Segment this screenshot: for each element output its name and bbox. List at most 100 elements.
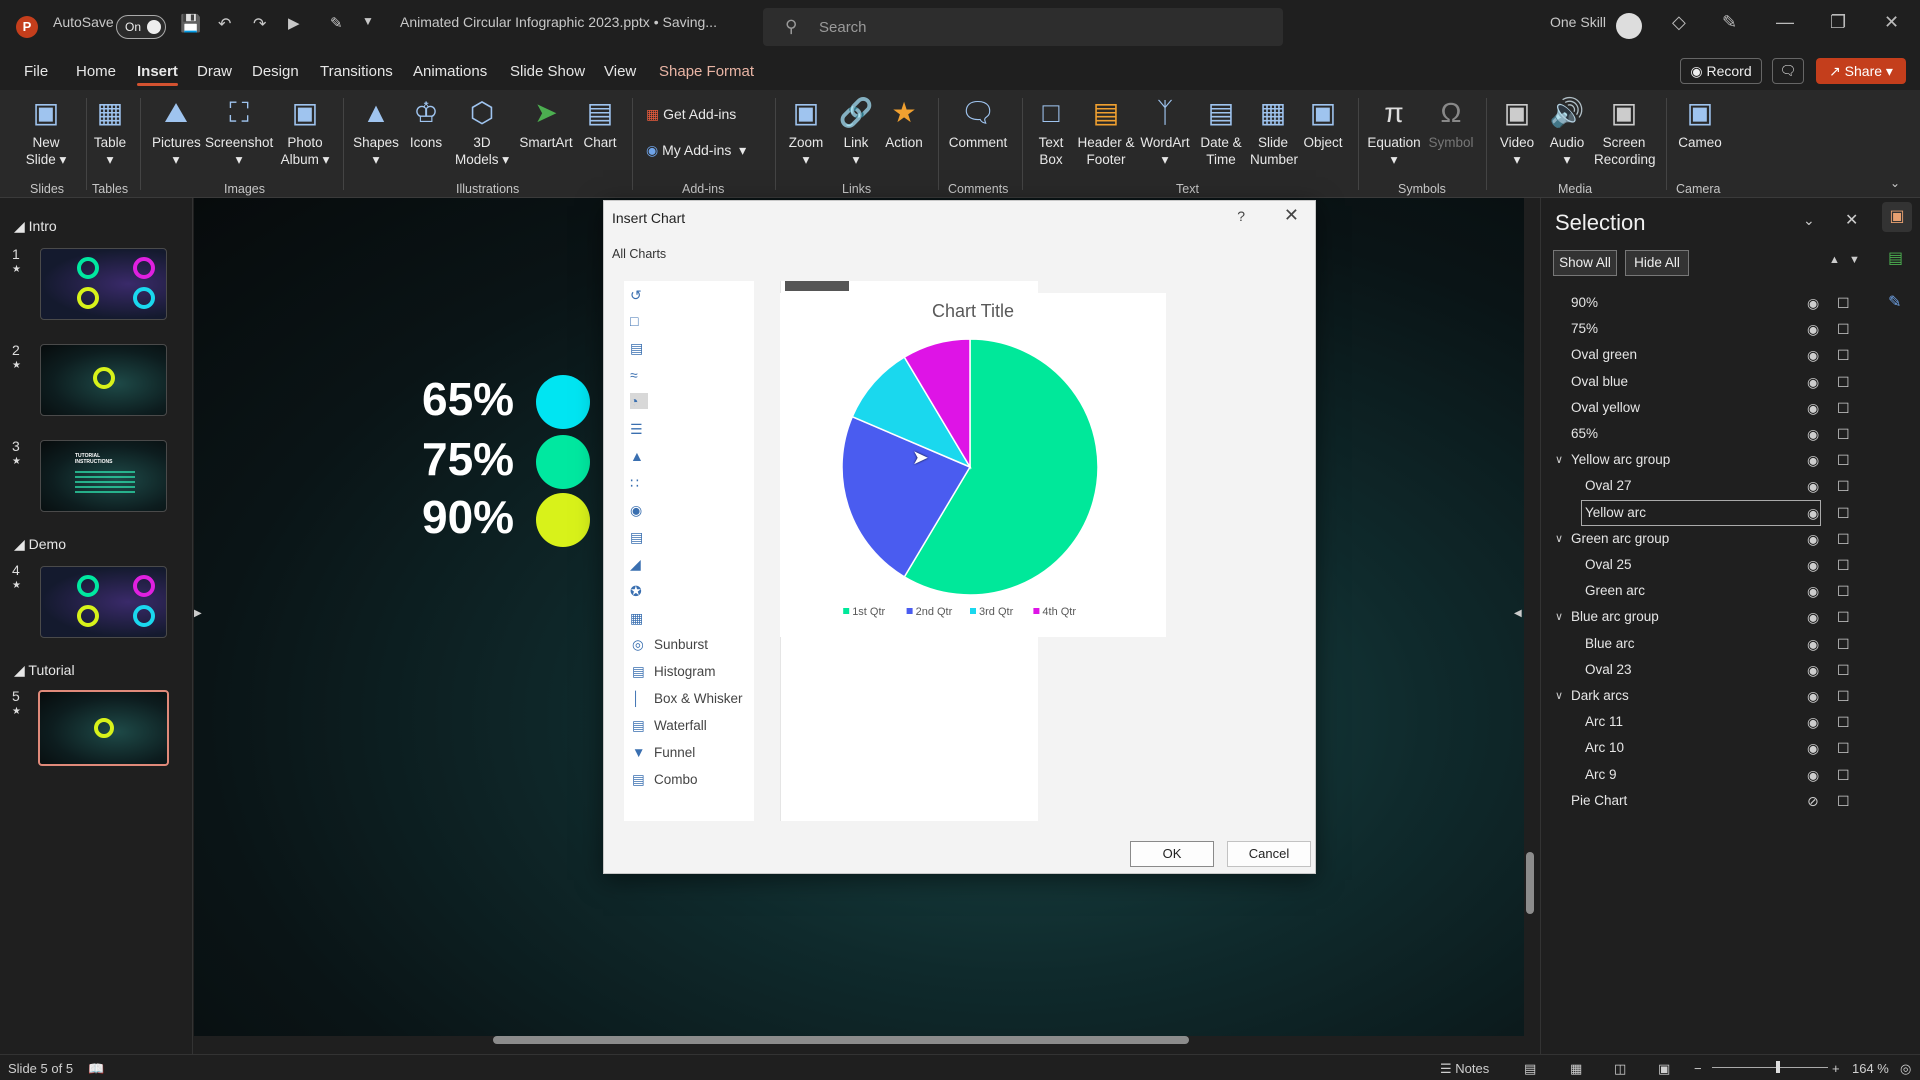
expand-group-icon[interactable]: ∨ <box>1555 684 1563 708</box>
eye-icon[interactable]: ◉ <box>1807 370 1819 394</box>
right-resize-handle[interactable]: ◀ <box>1514 608 1522 619</box>
selection-group-row[interactable]: ∨ Green arc group ◉ ☐ <box>1541 527 1863 551</box>
lock-icon[interactable]: ☐ <box>1837 343 1850 367</box>
pen-tool-icon[interactable]: ✎ <box>1722 12 1737 33</box>
help-button[interactable]: ? <box>1237 208 1245 224</box>
eye-icon[interactable]: ◉ <box>1807 343 1819 367</box>
selection-row[interactable]: Oval yellow ◉ ☐ <box>1541 396 1863 420</box>
eye-icon[interactable]: ◉ <box>1807 422 1819 446</box>
slide-show-view-icon[interactable]: ▣ <box>1658 1061 1670 1077</box>
screenshot-button[interactable]: ⛶ Screenshot ▾ <box>205 96 273 168</box>
close-icon[interactable]: ✕ <box>1284 205 1299 226</box>
undo-icon[interactable]: ↶ <box>218 14 231 34</box>
table-button[interactable]: ▦ Table ▾ <box>92 96 128 168</box>
tab-all-charts[interactable]: All Charts <box>612 247 666 261</box>
percent-label-75[interactable]: 75% <box>422 432 514 486</box>
eye-hidden-icon[interactable]: ⊘ <box>1807 789 1819 813</box>
slideshow-icon[interactable]: ▶ <box>288 14 300 32</box>
accessibility-icon[interactable]: 📖 <box>88 1061 104 1077</box>
chart-type-box-whisker[interactable]: │ Box & Whisker <box>632 691 743 706</box>
selection-row[interactable]: Blue arc ◉ ☐ <box>1541 632 1863 656</box>
oval-green[interactable] <box>536 435 590 489</box>
eye-icon[interactable]: ◉ <box>1807 501 1819 525</box>
lock-icon[interactable]: ☐ <box>1837 370 1850 394</box>
vertical-scrollbar[interactable] <box>1526 852 1534 914</box>
audio-button[interactable]: 🔊 Audio ▾ <box>1544 96 1590 168</box>
selection-row[interactable]: Oval blue ◉ ☐ <box>1541 370 1863 394</box>
expand-group-icon[interactable]: ∨ <box>1555 448 1563 472</box>
pictures-button[interactable]: ⛰ Pictures ▾ <box>152 96 201 168</box>
eye-icon[interactable]: ◉ <box>1807 736 1819 760</box>
lock-icon[interactable]: ☐ <box>1837 474 1850 498</box>
customize-toolbar-icon[interactable]: ▼ <box>362 14 374 28</box>
collapse-ribbon-icon[interactable]: ⌄ <box>1890 176 1900 190</box>
record-button[interactable]: ◉ Record <box>1680 58 1762 84</box>
selection-row[interactable]: Green arc ◉ ☐ <box>1541 579 1863 603</box>
eye-icon[interactable]: ◉ <box>1807 553 1819 577</box>
search-input[interactable]: ⚲ Search <box>763 8 1283 46</box>
lock-icon[interactable]: ☐ <box>1837 448 1850 472</box>
selection-row[interactable]: Oval green ◉ ☐ <box>1541 343 1863 367</box>
3d-models-button[interactable]: ⬡ 3D Models ▾ <box>452 96 512 168</box>
eye-icon[interactable]: ◉ <box>1807 396 1819 420</box>
ok-button[interactable]: OK <box>1130 841 1214 867</box>
selection-pane-icon[interactable]: ▣ <box>1882 202 1912 232</box>
date-time-button[interactable]: ▤ Date & Time <box>1196 96 1246 168</box>
link-button[interactable]: 🔗 Link ▾ <box>838 96 874 168</box>
lock-icon[interactable]: ☐ <box>1837 579 1850 603</box>
eye-icon[interactable]: ◉ <box>1807 632 1819 656</box>
tab-home[interactable]: Home <box>76 63 116 80</box>
selection-group-row[interactable]: ∨ Blue arc group ◉ ☐ <box>1541 605 1863 629</box>
oval-yellow[interactable] <box>536 493 590 547</box>
scatter-chart-icon[interactable]: ∷ <box>630 475 648 491</box>
symbol-button[interactable]: Ω Symbol <box>1426 96 1476 151</box>
tab-slide-show[interactable]: Slide Show <box>510 63 585 80</box>
redo-icon[interactable]: ↷ <box>253 14 266 34</box>
expand-group-icon[interactable]: ∨ <box>1555 527 1563 551</box>
eye-icon[interactable]: ◉ <box>1807 710 1819 734</box>
eye-icon[interactable]: ◉ <box>1807 763 1819 787</box>
diamond-icon[interactable]: ◇ <box>1672 12 1686 33</box>
my-addins-button[interactable]: ◉ My Add-ins ▾ <box>646 142 746 159</box>
zoom-slider-thumb[interactable] <box>1776 1061 1780 1073</box>
bar-chart-icon[interactable]: ☰ <box>630 421 648 437</box>
lock-icon[interactable]: ☐ <box>1837 632 1850 656</box>
cancel-button[interactable]: Cancel <box>1227 841 1311 867</box>
selection-group-row[interactable]: ∨ Yellow arc group ◉ ☐ <box>1541 448 1863 472</box>
selection-row[interactable]: Arc 11 ◉ ☐ <box>1541 710 1863 734</box>
close-pane-icon[interactable]: ✕ <box>1845 210 1858 230</box>
lock-icon[interactable]: ☐ <box>1837 789 1850 813</box>
chart-type-sunburst[interactable]: ◎ Sunburst <box>632 637 708 653</box>
lock-icon[interactable]: ☐ <box>1837 501 1850 525</box>
slide-thumbnail-1[interactable] <box>40 248 167 320</box>
object-button[interactable]: ▣ Object <box>1300 96 1346 151</box>
user-name[interactable]: One Skill <box>1550 14 1606 30</box>
lock-icon[interactable]: ☐ <box>1837 710 1850 734</box>
action-button[interactable]: ★ Action <box>880 96 928 151</box>
selection-group-row[interactable]: ∨ Dark arcs ◉ ☐ <box>1541 684 1863 708</box>
tab-transitions[interactable]: Transitions <box>320 63 393 80</box>
slide-number-button[interactable]: ▦ Slide Number <box>1250 96 1298 168</box>
video-button[interactable]: ▣ Video ▾ <box>1494 96 1540 168</box>
eye-icon[interactable]: ◉ <box>1807 527 1819 551</box>
lock-icon[interactable]: ☐ <box>1837 553 1850 577</box>
column-chart-icon[interactable]: ▤ <box>630 340 648 356</box>
treemap-chart-icon[interactable]: ▦ <box>630 610 648 626</box>
lock-icon[interactable]: ☐ <box>1837 422 1850 446</box>
comment-button[interactable]: 🗨 Comment <box>946 96 1010 151</box>
lock-icon[interactable]: ☐ <box>1837 736 1850 760</box>
chart-type-waterfall[interactable]: ▤ Waterfall <box>632 718 707 734</box>
document-title[interactable]: Animated Circular Infographic 2023.pptx … <box>400 14 717 30</box>
lock-icon[interactable]: ☐ <box>1837 658 1850 682</box>
tab-design[interactable]: Design <box>252 63 299 80</box>
lock-icon[interactable]: ☐ <box>1837 317 1850 341</box>
pane-options-icon[interactable]: ⌄ <box>1803 212 1815 229</box>
comments-button[interactable]: 🗨 <box>1772 58 1804 84</box>
zoom-level[interactable]: 164 % <box>1852 1061 1889 1076</box>
save-icon[interactable]: 💾 <box>180 14 201 34</box>
chart-type-combo[interactable]: ▤ Combo <box>632 772 698 788</box>
new-slide-button[interactable]: ▣ New Slide ▾ <box>22 96 70 168</box>
selection-row[interactable]: 90% ◉ ☐ <box>1541 291 1863 315</box>
map-chart-icon[interactable]: ◉ <box>630 502 648 518</box>
eye-icon[interactable]: ◉ <box>1807 605 1819 629</box>
